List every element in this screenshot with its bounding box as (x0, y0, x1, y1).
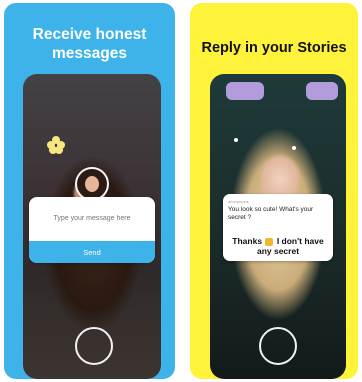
send-button[interactable]: Send (29, 241, 155, 263)
flower-icon (47, 136, 65, 154)
reply-sticker: anonymous You look so cute! What's your … (223, 194, 333, 261)
message-input[interactable] (29, 215, 155, 222)
answer-part-1: Thanks (232, 236, 263, 246)
headline-reply-stories: Reply in your Stories (201, 40, 347, 56)
camera-shutter-icon[interactable] (259, 327, 297, 365)
flower-crown-filter-icon (306, 82, 338, 100)
headline-line-1: Receive honest (32, 26, 147, 43)
headline-receive-messages: Receive honest messages (4, 25, 175, 63)
answer-text: Thanks I don't have any secret (227, 236, 329, 256)
sender-label: anonymous (228, 199, 249, 204)
headline-line-2: messages (52, 45, 127, 62)
promo-card-reply-stories: Reply in your Stories anonymous You look… (190, 3, 358, 379)
message-card: Send (29, 197, 155, 263)
sparkle-icon (292, 146, 296, 150)
flower-crown-filter-icon (226, 82, 264, 100)
sparkle-icon (234, 138, 238, 142)
phone-screen-right: anonymous You look so cute! What's your … (210, 74, 346, 379)
promo-card-receive-messages: Receive honest messages Send (4, 3, 175, 379)
camera-shutter-icon[interactable] (75, 327, 113, 365)
question-text: You look so cute! What's your secret ? (228, 206, 314, 221)
bitmoji-avatar-icon (75, 167, 109, 201)
flexed-biceps-emoji-icon (265, 237, 274, 246)
phone-screen-left: Send (23, 74, 161, 379)
